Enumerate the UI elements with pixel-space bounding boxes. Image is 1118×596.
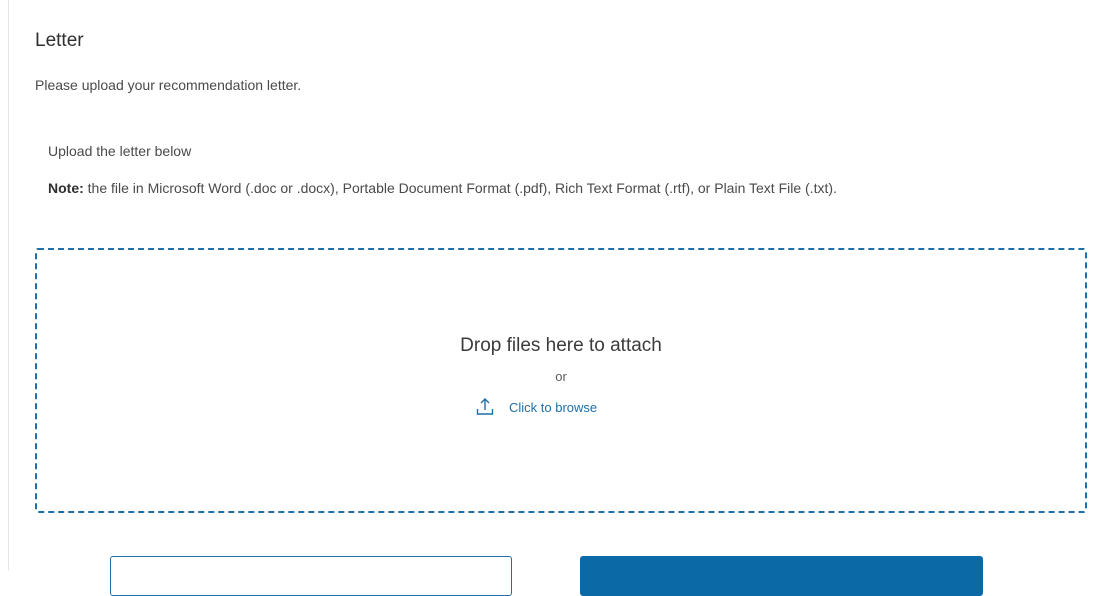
secondary-button[interactable] [110, 556, 512, 596]
upload-note: Note: the file in Microsoft Word (.doc o… [35, 173, 1065, 203]
upload-label: Upload the letter below [48, 143, 192, 159]
section-title: Letter [35, 30, 84, 51]
or-separator: or [555, 369, 567, 384]
drop-files-text: Drop files here to attach [460, 335, 662, 356]
section-description: Please upload your recommendation letter… [35, 77, 302, 93]
note-label: Note: [48, 180, 84, 196]
browse-files-link[interactable]: Click to browse [475, 396, 597, 418]
left-divider [8, 0, 9, 571]
browse-label: Click to browse [509, 399, 598, 415]
file-dropzone[interactable]: Drop files here to attach or Click to br… [35, 248, 1087, 513]
primary-button[interactable] [580, 556, 983, 596]
upload-icon [475, 397, 495, 417]
note-text: the file in Microsoft Word (.doc or .doc… [83, 180, 837, 196]
